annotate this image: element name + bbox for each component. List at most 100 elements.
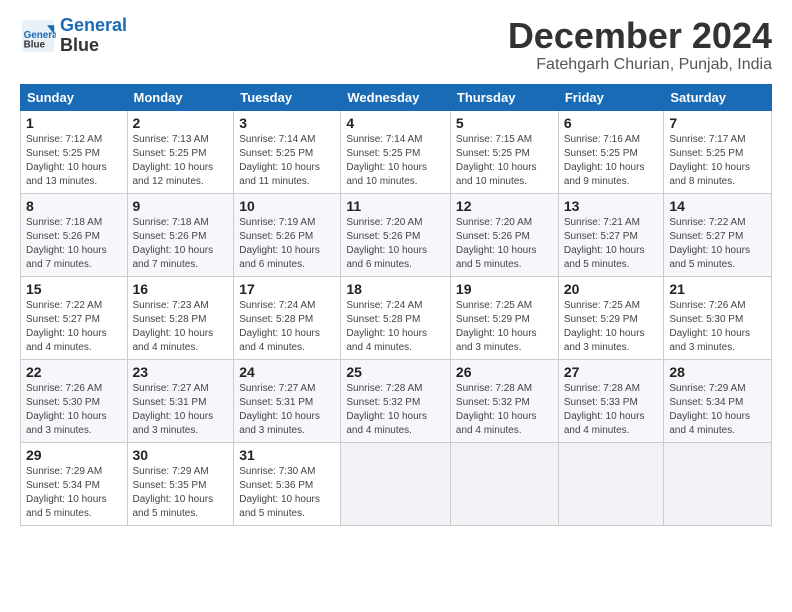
- calendar-cell: 30 Sunrise: 7:29 AMSunset: 5:35 PMDayligh…: [127, 442, 234, 525]
- day-number: 16: [133, 281, 229, 297]
- calendar-cell: 27 Sunrise: 7:28 AMSunset: 5:33 PMDayligh…: [558, 359, 664, 442]
- day-number: 9: [133, 198, 229, 214]
- day-number: 18: [346, 281, 445, 297]
- calendar-cell: 23Sunrise: 7:27 AMSunset: 5:31 PMDayligh…: [127, 359, 234, 442]
- day-number: 21: [669, 281, 766, 297]
- calendar-cell: 13Sunrise: 7:21 AMSunset: 5:27 PMDayligh…: [558, 193, 664, 276]
- calendar-week-row: 8 Sunrise: 7:18 AMSunset: 5:26 PMDaylight…: [21, 193, 772, 276]
- day-number: 27: [564, 364, 659, 380]
- calendar-header-row: SundayMondayTuesdayWednesdayThursdayFrid…: [21, 84, 772, 110]
- day-number: 11: [346, 198, 445, 214]
- calendar-week-row: 15Sunrise: 7:22 AMSunset: 5:27 PMDayligh…: [21, 276, 772, 359]
- logo-icon: General Blue: [20, 18, 56, 54]
- calendar-cell: 24Sunrise: 7:27 AMSunset: 5:31 PMDayligh…: [234, 359, 341, 442]
- calendar-table: SundayMondayTuesdayWednesdayThursdayFrid…: [20, 84, 772, 526]
- day-number: 24: [239, 364, 335, 380]
- calendar-cell: [664, 442, 772, 525]
- calendar-cell: 4Sunrise: 7:14 AMSunset: 5:25 PMDaylight…: [341, 110, 451, 193]
- calendar-cell: [450, 442, 558, 525]
- day-info: Sunrise: 7:24 AMSunset: 5:28 PMDaylight:…: [239, 299, 335, 355]
- day-info: Sunrise: 7:26 AMSunset: 5:30 PMDaylight:…: [26, 382, 122, 438]
- calendar-cell: 28Sunrise: 7:29 AMSunset: 5:34 PMDayligh…: [664, 359, 772, 442]
- day-info: Sunrise: 7:25 AMSunset: 5:29 PMDaylight:…: [564, 299, 659, 355]
- day-number: 7: [669, 115, 766, 131]
- day-number: 31: [239, 447, 335, 463]
- day-number: 19: [456, 281, 553, 297]
- calendar-week-row: 1 Sunrise: 7:12 AMSunset: 5:25 PMDaylight…: [21, 110, 772, 193]
- calendar-body: 1 Sunrise: 7:12 AMSunset: 5:25 PMDaylight…: [21, 110, 772, 525]
- month-title: December 2024: [508, 16, 772, 56]
- day-info: Sunrise: 7:29 AMSunset: 5:34 PMDaylight:…: [26, 465, 122, 521]
- day-number: 17: [239, 281, 335, 297]
- calendar-cell: 1 Sunrise: 7:12 AMSunset: 5:25 PMDaylight…: [21, 110, 128, 193]
- day-number: 4: [346, 115, 445, 131]
- day-info: Sunrise: 7:27 AMSunset: 5:31 PMDaylight:…: [133, 382, 229, 438]
- day-info: Sunrise: 7:24 AMSunset: 5:28 PMDaylight:…: [346, 299, 445, 355]
- day-of-week-header: Sunday: [21, 84, 128, 110]
- day-of-week-header: Thursday: [450, 84, 558, 110]
- day-info: Sunrise: 7:28 AMSunset: 5:33 PMDaylight:…: [564, 382, 659, 438]
- day-info: Sunrise: 7:18 AMSunset: 5:26 PMDaylight:…: [26, 216, 122, 272]
- day-of-week-header: Saturday: [664, 84, 772, 110]
- day-info: Sunrise: 7:30 AMSunset: 5:36 PMDaylight:…: [239, 465, 335, 521]
- day-info: Sunrise: 7:29 AMSunset: 5:35 PMDaylight:…: [133, 465, 229, 521]
- calendar-cell: 3 Sunrise: 7:14 AMSunset: 5:25 PMDaylight…: [234, 110, 341, 193]
- calendar-cell: 8 Sunrise: 7:18 AMSunset: 5:26 PMDaylight…: [21, 193, 128, 276]
- day-number: 25: [346, 364, 445, 380]
- calendar-cell: 2 Sunrise: 7:13 AMSunset: 5:25 PMDaylight…: [127, 110, 234, 193]
- day-number: 22: [26, 364, 122, 380]
- day-info: Sunrise: 7:21 AMSunset: 5:27 PMDaylight:…: [564, 216, 659, 272]
- day-info: Sunrise: 7:18 AMSunset: 5:26 PMDaylight:…: [133, 216, 229, 272]
- day-info: Sunrise: 7:28 AMSunset: 5:32 PMDaylight:…: [456, 382, 553, 438]
- day-number: 5: [456, 115, 553, 131]
- day-number: 8: [26, 198, 122, 214]
- day-number: 29: [26, 447, 122, 463]
- day-info: Sunrise: 7:22 AMSunset: 5:27 PMDaylight:…: [26, 299, 122, 355]
- calendar-cell: 20 Sunrise: 7:25 AMSunset: 5:29 PMDayligh…: [558, 276, 664, 359]
- day-number: 1: [26, 115, 122, 131]
- day-info: Sunrise: 7:13 AMSunset: 5:25 PMDaylight:…: [133, 133, 229, 189]
- day-number: 20: [564, 281, 659, 297]
- calendar-cell: 21 Sunrise: 7:26 AMSunset: 5:30 PMDayligh…: [664, 276, 772, 359]
- day-info: Sunrise: 7:22 AMSunset: 5:27 PMDaylight:…: [669, 216, 766, 272]
- calendar-cell: 12 Sunrise: 7:20 AMSunset: 5:26 PMDayligh…: [450, 193, 558, 276]
- calendar-cell: 31 Sunrise: 7:30 AMSunset: 5:36 PMDayligh…: [234, 442, 341, 525]
- day-number: 12: [456, 198, 553, 214]
- calendar-week-row: 29 Sunrise: 7:29 AMSunset: 5:34 PMDayligh…: [21, 442, 772, 525]
- day-number: 30: [133, 447, 229, 463]
- day-info: Sunrise: 7:14 AMSunset: 5:25 PMDaylight:…: [239, 133, 335, 189]
- header: General Blue General Blue December 2024 …: [20, 16, 772, 74]
- location-title: Fatehgarh Churian, Punjab, India: [508, 56, 772, 74]
- day-of-week-header: Friday: [558, 84, 664, 110]
- day-number: 3: [239, 115, 335, 131]
- calendar-cell: [558, 442, 664, 525]
- title-area: December 2024 Fatehgarh Churian, Punjab,…: [508, 16, 772, 74]
- day-info: Sunrise: 7:20 AMSunset: 5:26 PMDaylight:…: [456, 216, 553, 272]
- day-number: 10: [239, 198, 335, 214]
- day-info: Sunrise: 7:17 AMSunset: 5:25 PMDaylight:…: [669, 133, 766, 189]
- calendar-cell: 14Sunrise: 7:22 AMSunset: 5:27 PMDayligh…: [664, 193, 772, 276]
- calendar-cell: 5 Sunrise: 7:15 AMSunset: 5:25 PMDaylight…: [450, 110, 558, 193]
- calendar-cell: 25 Sunrise: 7:28 AMSunset: 5:32 PMDayligh…: [341, 359, 451, 442]
- calendar-cell: 19 Sunrise: 7:25 AMSunset: 5:29 PMDayligh…: [450, 276, 558, 359]
- calendar-cell: 6Sunrise: 7:16 AMSunset: 5:25 PMDaylight…: [558, 110, 664, 193]
- day-of-week-header: Monday: [127, 84, 234, 110]
- day-info: Sunrise: 7:25 AMSunset: 5:29 PMDaylight:…: [456, 299, 553, 355]
- day-info: Sunrise: 7:28 AMSunset: 5:32 PMDaylight:…: [346, 382, 445, 438]
- day-info: Sunrise: 7:15 AMSunset: 5:25 PMDaylight:…: [456, 133, 553, 189]
- day-info: Sunrise: 7:19 AMSunset: 5:26 PMDaylight:…: [239, 216, 335, 272]
- calendar-cell: 18 Sunrise: 7:24 AMSunset: 5:28 PMDayligh…: [341, 276, 451, 359]
- day-info: Sunrise: 7:16 AMSunset: 5:25 PMDaylight:…: [564, 133, 659, 189]
- day-number: 2: [133, 115, 229, 131]
- calendar-cell: 29 Sunrise: 7:29 AMSunset: 5:34 PMDayligh…: [21, 442, 128, 525]
- calendar-cell: 15Sunrise: 7:22 AMSunset: 5:27 PMDayligh…: [21, 276, 128, 359]
- calendar-cell: 26Sunrise: 7:28 AMSunset: 5:32 PMDayligh…: [450, 359, 558, 442]
- day-of-week-header: Wednesday: [341, 84, 451, 110]
- day-info: Sunrise: 7:26 AMSunset: 5:30 PMDaylight:…: [669, 299, 766, 355]
- calendar-week-row: 22 Sunrise: 7:26 AMSunset: 5:30 PMDayligh…: [21, 359, 772, 442]
- page: General Blue General Blue December 2024 …: [0, 0, 792, 536]
- calendar-cell: [341, 442, 451, 525]
- day-of-week-header: Tuesday: [234, 84, 341, 110]
- day-info: Sunrise: 7:12 AMSunset: 5:25 PMDaylight:…: [26, 133, 122, 189]
- calendar-cell: 22 Sunrise: 7:26 AMSunset: 5:30 PMDayligh…: [21, 359, 128, 442]
